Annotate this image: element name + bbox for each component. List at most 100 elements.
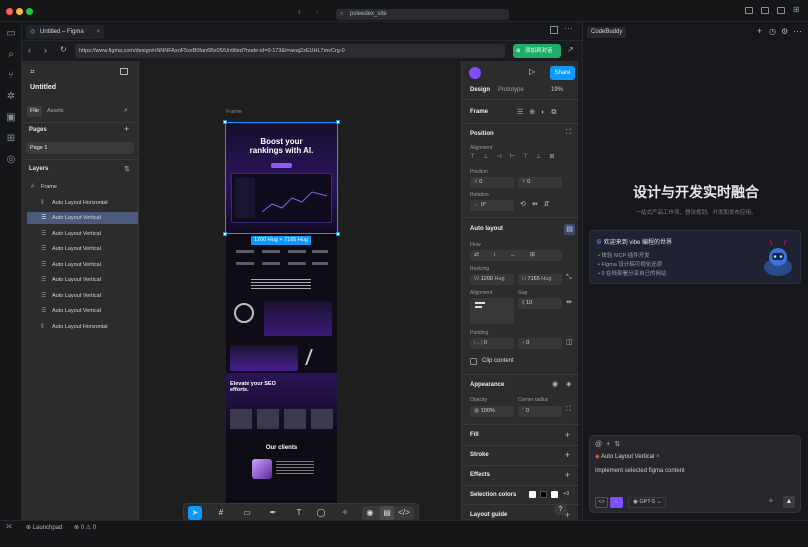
layer-item[interactable]: ☰ Auto Layout Vertical [27,228,138,240]
remote-status-icon[interactable]: ⟗ [6,523,12,531]
magic-icon[interactable]: ✧ [768,497,774,505]
context-chip[interactable]: ◆ Auto Layout Vertical × [595,453,660,460]
forward-icon[interactable]: › [316,7,319,16]
search-icon[interactable]: ⌕ [5,49,17,61]
resize-handle[interactable] [336,120,340,124]
tab-figma[interactable]: ◎ Untitled – Figma × [26,25,104,39]
gap-input[interactable]: ⫼ 10 [518,298,562,309]
alignment-grid[interactable] [470,298,514,324]
frame-type-label[interactable]: Frame [470,109,488,115]
history-icon[interactable]: ◷ [769,27,776,36]
layer-item[interactable]: ⫴ Auto Layout Horizontal [27,321,138,333]
back-icon[interactable]: ‹ [298,7,301,16]
rotation-input[interactable]: ∟ 0° [470,200,514,211]
split-editor-icon[interactable] [550,26,558,34]
add-layout-guide-icon[interactable]: + [565,511,570,520]
padding-horizontal-input[interactable]: |↔| 0 [470,338,514,349]
flow-toggle[interactable]: ⇄↕↔⊞ [470,250,562,261]
visibility-icon[interactable]: ◉ [552,380,558,388]
reload-icon[interactable]: ↻ [60,45,67,54]
launchpad-item[interactable]: ⊕ Launchpad [26,524,62,531]
layer-item[interactable]: ☰ Auto Layout Vertical [27,259,138,271]
chat-input-text[interactable]: Implement selected figma content [595,468,685,474]
comment-tool-icon[interactable]: ◯ [314,506,328,520]
design-mode-icon[interactable]: ▤ [380,506,394,520]
close-tab-icon[interactable]: × [96,25,100,39]
tab-prototype[interactable]: Prototype [498,87,524,93]
collapse-layers-icon[interactable]: ⇅ [124,165,130,173]
add-stroke-icon[interactable]: + [565,451,570,460]
settings-icon[interactable]: ⚙ [781,27,788,36]
new-chat-icon[interactable]: + [757,26,762,36]
more-colors-count[interactable]: +9 [563,491,569,497]
dev-mode-icon[interactable]: </> [397,506,411,520]
layer-item[interactable]: ☰ Auto Layout Vertical [27,243,138,255]
padding-options-icon[interactable]: ◫ [566,338,573,346]
file-name[interactable]: Untitled [30,84,56,91]
chat-input-box[interactable]: @+⇅ ◆ Auto Layout Vertical × Implement s… [589,435,801,513]
resize-handle[interactable] [223,120,227,124]
color-swatch[interactable] [551,491,558,498]
y-input[interactable]: Y 0 [518,177,562,188]
back-icon[interactable]: ‹ [28,45,31,55]
problems-item[interactable]: ⊗ 0 ⚠ 0 [74,524,96,531]
tab-assets[interactable]: Assets [47,106,64,117]
color-swatch[interactable] [540,491,547,498]
context-icons[interactable]: @+⇅ [595,440,624,448]
draw-mode-icon[interactable]: ◉ [363,506,377,520]
opacity-input[interactable]: ▦ 100% [470,406,514,417]
code-mode-icon[interactable]: <> [595,497,608,508]
browser-icon[interactable]: ◎ [5,154,17,166]
height-input[interactable]: H 7165 Hug [518,274,562,285]
text-tool-icon[interactable]: T [292,506,306,520]
send-icon[interactable]: ▲ [783,496,795,508]
more-icon[interactable]: ⋯ [564,23,573,34]
corner-radius-input[interactable]: ⌜ 0 [518,406,562,417]
url-input[interactable]: https://www.figma.com/design/nNNNFAxnF5x… [75,44,505,58]
actions-tool-icon[interactable]: ✧ [338,506,352,520]
add-page-icon[interactable]: + [124,124,129,134]
move-tool-icon[interactable]: ➤ [188,506,202,520]
figma-menu-icon[interactable]: ⌗ [30,67,35,77]
clip-content-checkbox[interactable] [470,358,477,365]
frame-label[interactable]: Frame [226,109,242,115]
present-icon[interactable]: ▷ [529,67,535,76]
debug-icon[interactable]: ✲ [5,91,17,103]
width-input[interactable]: W 1200 Hug [470,274,514,285]
color-swatch[interactable] [529,491,536,498]
layout-icon[interactable]: ⊞ [793,5,800,14]
pen-tool-icon[interactable]: ✒ [266,506,280,520]
tab-design[interactable]: Design [470,87,490,93]
share-button[interactable]: Share [550,66,575,80]
layer-item[interactable]: ☰ Auto Layout Vertical [27,274,138,286]
sidebar-toggle-icon[interactable] [745,7,753,14]
panel-toggle-icon[interactable] [761,7,769,14]
add-effect-icon[interactable]: + [565,471,570,480]
command-search[interactable]: ⌕ psleedex_site [336,9,509,20]
remote-icon[interactable]: ▣ [5,112,17,124]
open-external-icon[interactable]: ↗ [567,45,574,54]
avatar[interactable] [469,67,481,79]
figma-canvas[interactable]: Frame Boost your rankings with AI. 1200 … [139,61,461,521]
layer-item[interactable]: ☰ Auto Layout Vertical [27,290,138,302]
forward-icon[interactable]: › [44,45,47,55]
model-select[interactable]: ◉ GPT-5 ⌄ [628,497,667,508]
layer-item[interactable]: # Frame [27,181,138,193]
layer-item-selected[interactable]: ☰ Auto Layout Vertical [27,212,138,224]
welcome-card[interactable]: ⊕ 欢迎来到 vibe 编程的世界 • 体验 MCP 插件开发 • Figma … [589,230,801,284]
constraints-icon[interactable]: ⛶ [566,129,571,137]
resize-handle[interactable] [336,232,340,236]
secondary-sidebar-icon[interactable] [777,7,785,14]
extensions-icon[interactable]: ⊞ [5,133,17,145]
page-item[interactable]: Page 1 [26,142,134,154]
layer-item[interactable]: ☰ Auto Layout Vertical [27,305,138,317]
alignment-icons[interactable]: ⊤⊥⊣⊢⊤⊥⊞ [470,153,570,163]
rectangle-tool-icon[interactable]: ▭ [240,506,254,520]
add-to-chat-button[interactable]: ⊕ 添加到对话 [513,44,561,58]
panel-collapse-icon[interactable] [120,68,128,75]
explorer-icon[interactable]: ▭ [5,28,17,40]
maximize-window-button[interactable] [26,8,33,15]
padding-vertical-input[interactable]: ↕ 0 [518,338,562,349]
resize-handle[interactable] [223,232,227,236]
minimize-window-button[interactable] [16,8,23,15]
